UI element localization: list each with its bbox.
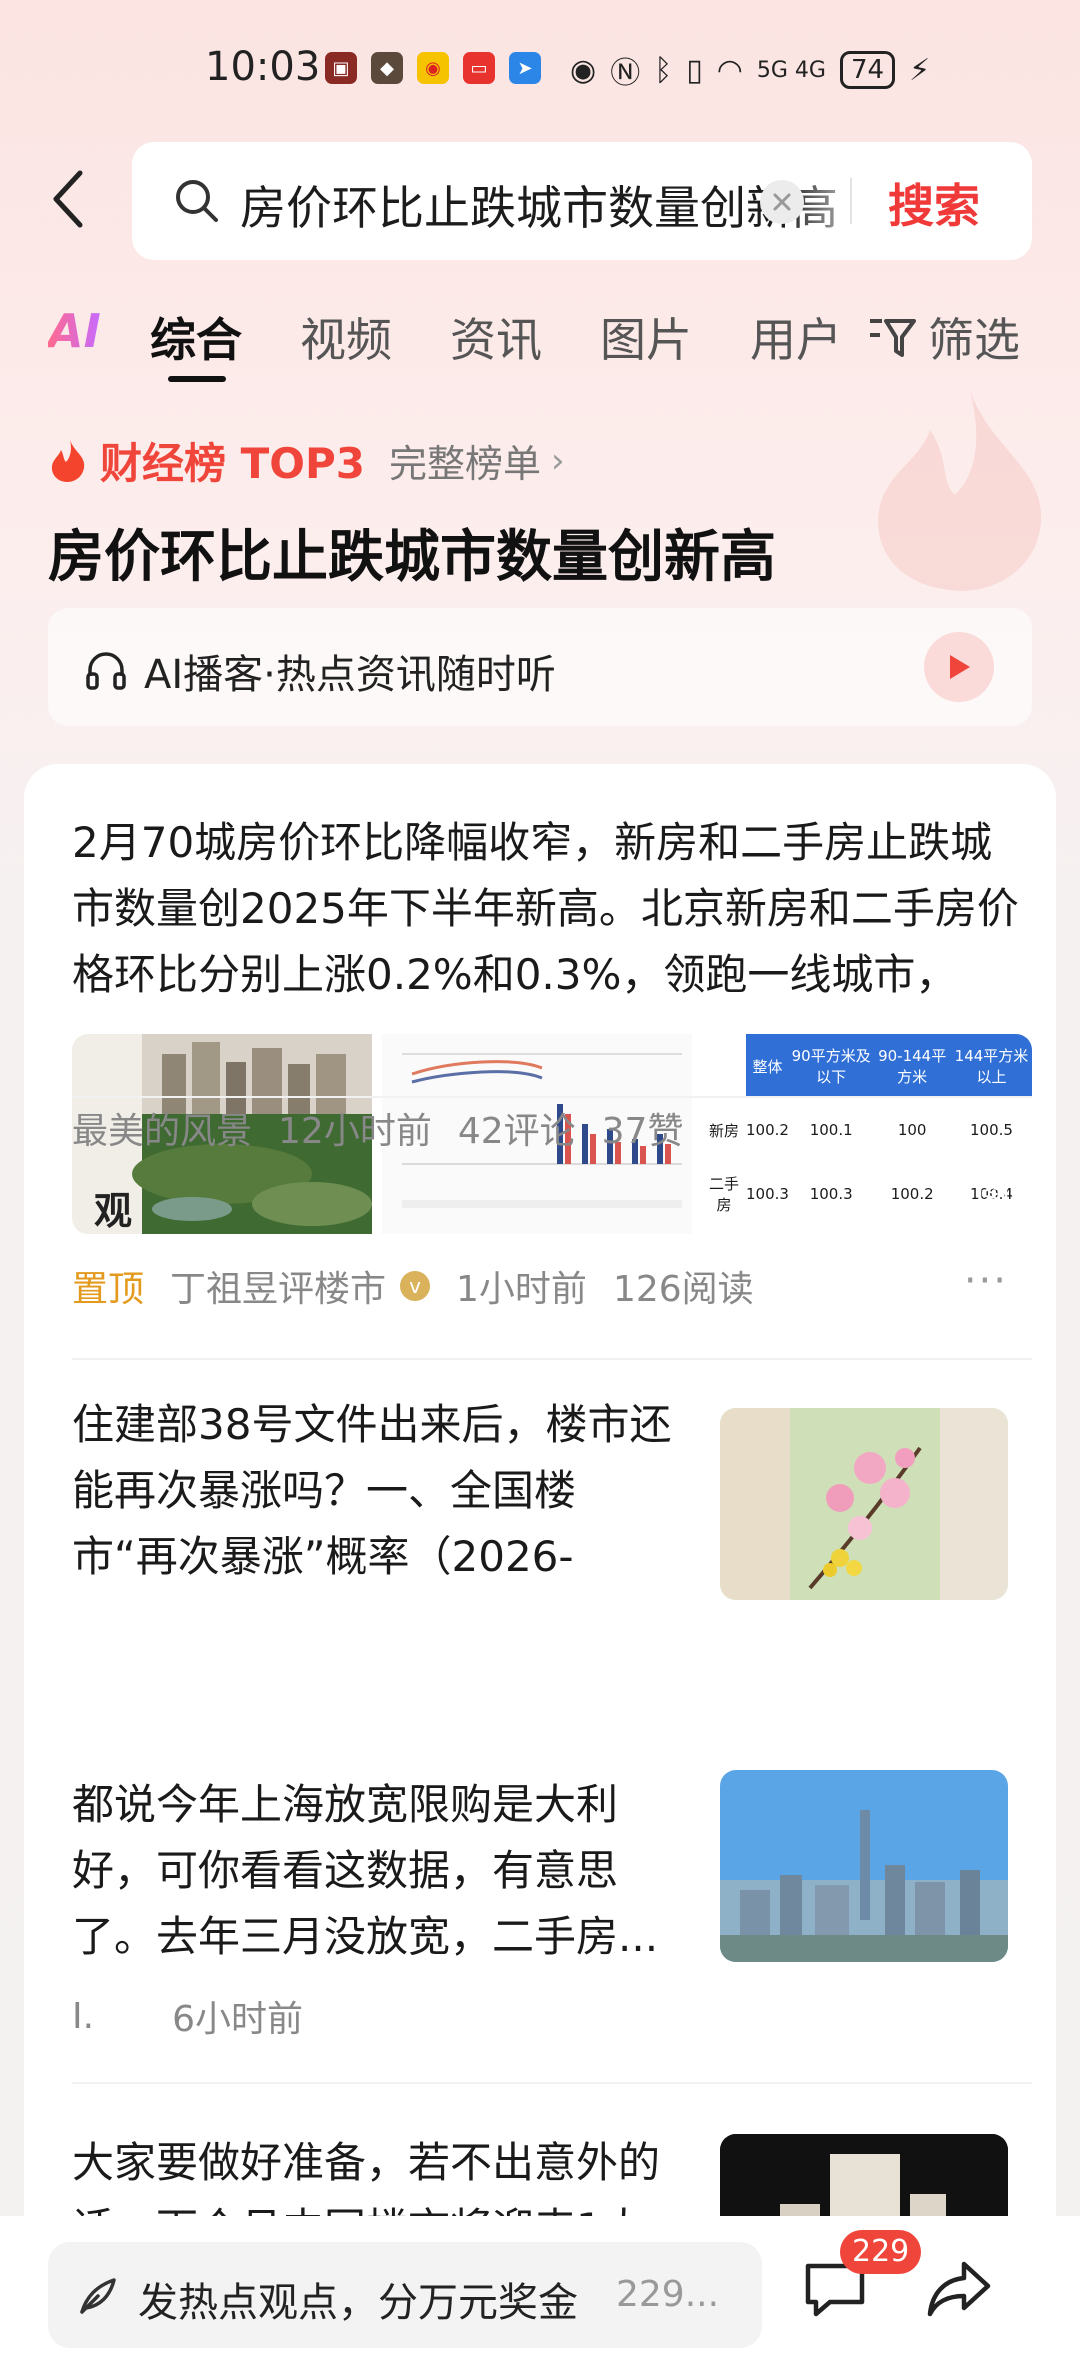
image-count: 13图 [932,1171,1010,1211]
bluetooth-icon: ᛒ [654,52,673,88]
tab-news[interactable]: 资讯 [450,304,542,370]
table-cell: 100.1 [809,1121,853,1139]
ai-podcast-bar[interactable]: AI播客·热点资讯随时听 [48,608,1032,726]
blue-app-icon: ➤ [509,52,541,84]
author-name[interactable]: I. [72,1996,94,2037]
status-bar: 10:03 ▣ ◆ ◉ ▭ ➤ ◉ Ⓝ ᛒ ▯ ◠ 5G 4G 74 ⚡ [0,0,1080,130]
tab-images[interactable]: 图片 [600,304,692,370]
svg-text:观: 观 [94,1189,132,1233]
pinned-label: 置顶 [72,1269,145,1310]
filter-label: 筛选 [928,313,1020,367]
result-1-text[interactable]: 2月70城房价环比降幅收窄，新房和二手房止跌城市数量创2025年下半年新高。北京… [72,810,1032,1008]
price-index-table-image: 整体 90平方米及以下 90-144平方米 144平方米以上 新房 100.2 … [702,1034,1032,1234]
table-row-label: 新房 [708,1121,739,1140]
nfc-icon: Ⓝ [610,56,641,91]
table-cell: 100.5 [970,1121,1013,1139]
more-options-button[interactable]: ··· [964,1258,1008,1304]
tab-all[interactable]: 综合 [150,304,242,370]
author-name[interactable]: 丁祖昱评楼市 [170,1260,386,1312]
table-cell: 100.2 [746,1121,789,1139]
filter-icon [870,319,916,357]
charging-icon: ⚡ [909,52,931,88]
hot-list-label: 财经榜 TOP3 [100,439,365,488]
tab-bar: AI 综合 视频 资讯 图片 用户 筛选 [0,290,1080,390]
search-icon [176,180,218,222]
table-cell: 100 [897,1121,927,1139]
huawei-app-icon: ▣ [325,52,357,84]
post-time: 12小时前 [278,1111,432,1152]
divider [72,2082,1032,2084]
decorative-flame-icon [878,390,1042,591]
post-time: 1小时前 [456,1269,587,1310]
comment-placeholder: 发热点观点，分万元奖金 [138,2280,578,2326]
topic-title: 房价环比止跌城市数量创新高 [48,525,776,590]
tab-video[interactable]: 视频 [300,304,392,370]
eye-icon: ◉ [570,52,597,88]
vibrate-icon: ▯ [686,52,703,88]
full-list-link[interactable]: 完整榜单 [389,433,541,488]
signal-icon: 5G 4G [756,57,826,83]
comment-count: 42评论 [457,1111,576,1152]
divider [72,1096,1032,1098]
verified-badge-icon: v [400,1271,431,1301]
result-1-meta: 置顶 丁祖昱评楼市 v 1小时前 126阅读 [72,1260,754,1312]
search-button[interactable]: 搜索 [888,170,980,236]
read-count: 126阅读 [612,1269,754,1310]
table-header: 144平方米以上 [954,1047,1029,1086]
shield-app-icon: ◆ [371,52,403,84]
result-3-meta: I. 6小时前 [72,1990,303,2042]
divider [72,1358,1032,1360]
red-app-icon: ▭ [463,52,495,84]
table-header: 90平方米及以下 [791,1047,871,1086]
headphones-icon [86,652,126,690]
flower-image[interactable] [720,1408,1008,1600]
close-icon [773,193,791,211]
tab-users[interactable]: 用户 [750,304,842,370]
result-3-text[interactable]: 都说今年上海放宽限购是大利好，可你看看这数据，有意思了。去年三月没放宽，二手房.… [72,1772,672,1970]
table-header: 90-144平方米 [878,1047,947,1086]
table-cell: 100.3 [809,1185,853,1203]
chevron-right-icon: › [551,440,565,481]
tab-active-indicator [168,376,226,382]
back-button[interactable] [40,166,96,232]
comment-input[interactable]: 发热点观点，分万元奖金 229... [48,2242,762,2348]
wifi-icon: ◠ [716,52,743,88]
weibo-icon: ◉ [417,52,449,84]
share-icon[interactable] [924,2254,994,2324]
fire-icon [51,439,85,482]
results-card: 2月70城房价环比降幅收窄，新房和二手房止跌城市数量创2025年下半年新高。北京… [24,764,1056,2376]
clear-button[interactable] [760,180,804,224]
table-cell: 100.3 [746,1185,789,1203]
result-2-text[interactable]: 住建部38号文件出来后，楼市还能再次暴涨吗？一、全国楼市“再次暴涨”概率（202… [72,1392,672,1590]
pen-icon [80,2278,116,2314]
table-row-label: 二手房 [708,1175,739,1214]
filter-button[interactable]: 筛选 [868,304,1020,370]
search-divider [850,178,852,224]
podcast-label: AI播客·热点资讯随时听 [144,652,556,698]
post-time: 6小时前 [172,1999,303,2040]
bottom-bar: 发热点观点，分万元奖金 229... 229 [0,2216,1080,2376]
comment-count-badge: 229 [840,2230,922,2274]
battery-indicator: 74 [839,51,896,89]
hot-list-header[interactable]: 财经榜 TOP3 完整榜单 › [48,430,565,491]
system-status: ◉ Ⓝ ᛒ ▯ ◠ 5G 4G 74 ⚡ [570,48,930,92]
search-box[interactable]: 房价环比止跌城市数量创新高 搜索 [132,142,1032,260]
table-header: 整体 [752,1057,783,1076]
comment-count-tail: 229... [616,2274,720,2315]
play-button[interactable] [924,632,994,702]
back-arrow-icon [53,170,83,228]
play-icon [950,655,970,679]
tab-ai[interactable]: AI [48,304,101,358]
skyline-image[interactable] [720,1770,1008,1962]
author-name[interactable]: 最美的风景 [72,1102,252,1154]
status-time: 10:03 [205,44,321,90]
like-count: 37赞 [601,1111,684,1152]
result-2-meta: 最美的风景 12小时前 42评论 37赞 [72,1102,683,1154]
notification-icons: ▣ ◆ ◉ ▭ ➤ [325,52,541,84]
